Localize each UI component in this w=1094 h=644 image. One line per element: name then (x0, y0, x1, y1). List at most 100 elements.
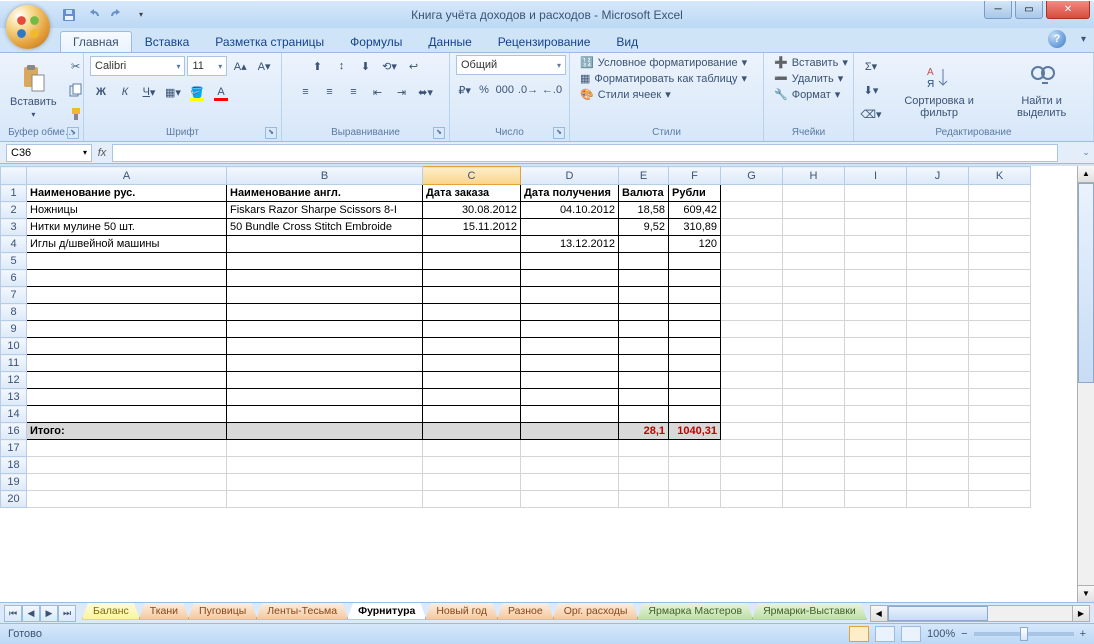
shrink-font-icon[interactable]: A▾ (253, 55, 275, 77)
cell-I6[interactable] (845, 270, 907, 287)
sheet-nav-last-icon[interactable]: ⏭ (58, 605, 76, 622)
cell-H2[interactable] (783, 202, 845, 219)
cell-E4[interactable] (619, 236, 669, 253)
cell-G17[interactable] (721, 440, 783, 457)
help-icon[interactable]: ? (1048, 30, 1066, 48)
cell-K16[interactable] (969, 423, 1031, 440)
cell-H5[interactable] (783, 253, 845, 270)
col-header-K[interactable]: K (969, 167, 1031, 185)
cell-D5[interactable] (521, 253, 619, 270)
cell-B16[interactable] (227, 423, 423, 440)
cell-A5[interactable] (27, 253, 227, 270)
row-header-10[interactable]: 10 (1, 338, 27, 355)
cell-D9[interactable] (521, 321, 619, 338)
col-header-B[interactable]: B (227, 167, 423, 185)
cell-C5[interactable] (423, 253, 521, 270)
cell-D4[interactable]: 13.12.2012 (521, 236, 619, 253)
number-dialog-icon[interactable]: ⬊ (553, 127, 565, 139)
save-icon[interactable] (60, 6, 78, 24)
cell-F8[interactable] (669, 304, 721, 321)
cell-A17[interactable] (27, 440, 227, 457)
cell-B9[interactable] (227, 321, 423, 338)
cell-F4[interactable]: 120 (669, 236, 721, 253)
cell-K13[interactable] (969, 389, 1031, 406)
align-bottom-icon[interactable]: ⬇ (355, 55, 377, 77)
col-header-A[interactable]: A (27, 167, 227, 185)
cell-F2[interactable]: 609,42 (669, 202, 721, 219)
cell-D8[interactable] (521, 304, 619, 321)
cell-H20[interactable] (783, 491, 845, 508)
cell-E13[interactable] (619, 389, 669, 406)
cell-D10[interactable] (521, 338, 619, 355)
delete-cells-button[interactable]: ➖Удалить▾ (770, 71, 847, 86)
cell-E7[interactable] (619, 287, 669, 304)
tab-formulas[interactable]: Формулы (337, 31, 415, 52)
cell-A19[interactable] (27, 474, 227, 491)
redo-icon[interactable] (108, 6, 126, 24)
cell-J6[interactable] (907, 270, 969, 287)
cell-I7[interactable] (845, 287, 907, 304)
cell-E17[interactable] (619, 440, 669, 457)
cell-J2[interactable] (907, 202, 969, 219)
cell-C18[interactable] (423, 457, 521, 474)
cell-A20[interactable] (27, 491, 227, 508)
cell-D2[interactable]: 04.10.2012 (521, 202, 619, 219)
cell-G16[interactable] (721, 423, 783, 440)
cell-H16[interactable] (783, 423, 845, 440)
col-header-I[interactable]: I (845, 167, 907, 185)
col-header-C[interactable]: C (423, 167, 521, 185)
format-cells-button[interactable]: 🔧Формат▾ (770, 87, 844, 102)
cell-J14[interactable] (907, 406, 969, 423)
cell-J19[interactable] (907, 474, 969, 491)
cell-F20[interactable] (669, 491, 721, 508)
cell-I11[interactable] (845, 355, 907, 372)
formula-input[interactable] (112, 144, 1058, 162)
undo-icon[interactable] (84, 6, 102, 24)
cell-J8[interactable] (907, 304, 969, 321)
cell-K7[interactable] (969, 287, 1031, 304)
cell-B6[interactable] (227, 270, 423, 287)
cell-K8[interactable] (969, 304, 1031, 321)
cell-D19[interactable] (521, 474, 619, 491)
cell-J1[interactable] (907, 185, 969, 202)
cell-B14[interactable] (227, 406, 423, 423)
cell-K12[interactable] (969, 372, 1031, 389)
cell-C1[interactable]: Дата заказа (423, 185, 521, 202)
minimize-button[interactable]: ─ (984, 1, 1012, 19)
cell-I14[interactable] (845, 406, 907, 423)
cell-E9[interactable] (619, 321, 669, 338)
increase-decimal-icon[interactable]: .0→ (517, 79, 539, 101)
cell-J3[interactable] (907, 219, 969, 236)
row-header-12[interactable]: 12 (1, 372, 27, 389)
cell-K6[interactable] (969, 270, 1031, 287)
cell-A11[interactable] (27, 355, 227, 372)
scroll-down-icon[interactable]: ▼ (1078, 585, 1094, 602)
sheet-nav-first-icon[interactable]: ⏮ (4, 605, 22, 622)
cell-C13[interactable] (423, 389, 521, 406)
cell-H13[interactable] (783, 389, 845, 406)
cell-I10[interactable] (845, 338, 907, 355)
office-button[interactable] (6, 5, 62, 61)
tab-data[interactable]: Данные (415, 31, 484, 52)
cell-D20[interactable] (521, 491, 619, 508)
sheet-nav-next-icon[interactable]: ▶ (40, 605, 58, 622)
cell-E18[interactable] (619, 457, 669, 474)
font-dialog-icon[interactable]: ⬊ (265, 127, 277, 139)
horizontal-scrollbar[interactable]: ◀ ▶ (870, 605, 1090, 622)
cell-H14[interactable] (783, 406, 845, 423)
align-left-icon[interactable]: ≡ (295, 81, 317, 103)
cell-H4[interactable] (783, 236, 845, 253)
cell-A7[interactable] (27, 287, 227, 304)
cell-E1[interactable]: Валюта (619, 185, 669, 202)
cell-B20[interactable] (227, 491, 423, 508)
cell-C12[interactable] (423, 372, 521, 389)
indent-decrease-icon[interactable]: ⇤ (367, 81, 389, 103)
indent-increase-icon[interactable]: ⇥ (391, 81, 413, 103)
sheet-tab-4[interactable]: Фурнитура (347, 603, 426, 620)
cell-B4[interactable] (227, 236, 423, 253)
orientation-icon[interactable]: ⟲▾ (379, 55, 401, 77)
cell-A12[interactable] (27, 372, 227, 389)
cell-I12[interactable] (845, 372, 907, 389)
col-header-H[interactable]: H (783, 167, 845, 185)
cell-D3[interactable] (521, 219, 619, 236)
